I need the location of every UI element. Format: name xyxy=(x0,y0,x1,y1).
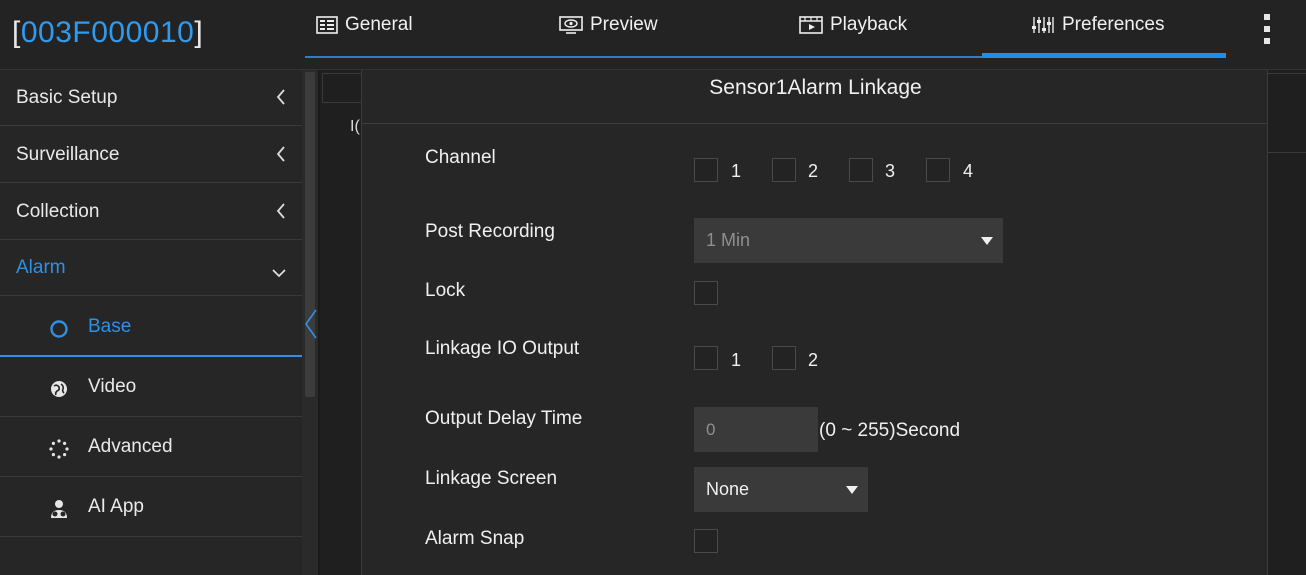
general-icon xyxy=(316,16,338,40)
tab-preview-label: Preview xyxy=(590,14,658,35)
post-recording-select[interactable]: 1 Min xyxy=(694,218,1003,263)
channel-option-label: 4 xyxy=(963,161,974,181)
chevron-left-icon xyxy=(276,203,286,225)
dialog-title-divider xyxy=(362,123,1267,124)
io-output-checkbox-1[interactable] xyxy=(694,346,718,370)
sidebar-item-label: Alarm xyxy=(16,256,66,278)
post-recording-label: Post Recording xyxy=(425,221,555,242)
device-id-title: [003F000010] xyxy=(12,16,203,50)
sidebar-subitem-label: Advanced xyxy=(88,436,173,457)
playback-icon xyxy=(799,16,823,40)
sidebar-scroll-thumb[interactable] xyxy=(305,72,315,397)
sidebar-item-label: Basic Setup xyxy=(16,86,118,108)
people-icon xyxy=(48,498,70,520)
linkage-screen-label: Linkage Screen xyxy=(425,468,558,489)
channel-checkbox-3[interactable] xyxy=(849,158,873,182)
io-output-option-label: 1 xyxy=(731,350,742,370)
channel-checkbox-4[interactable] xyxy=(926,158,950,182)
bracket-open: [ xyxy=(12,16,21,49)
sidebar-item-label: Collection xyxy=(16,200,100,222)
sidebar-subitem-video[interactable]: Video xyxy=(0,358,302,417)
tab-general-label: General xyxy=(345,14,413,35)
globe-icon xyxy=(48,378,70,400)
io-output-option-label: 2 xyxy=(808,350,819,370)
alarm-snap-label: Alarm Snap xyxy=(425,528,525,549)
linkage-screen-value: None xyxy=(706,479,750,499)
channel-checkbox-1[interactable] xyxy=(694,158,718,182)
circle-icon xyxy=(48,318,70,340)
channel-checkbox-2[interactable] xyxy=(772,158,796,182)
sidebar-subitem-base[interactable]: Base xyxy=(0,298,302,357)
sidebar-subitem-advanced[interactable]: Advanced xyxy=(0,418,302,477)
tab-preferences-label: Preferences xyxy=(1062,14,1165,35)
top-bar: [003F000010] General Preview Playback Pr… xyxy=(0,0,1306,70)
output-delay-time-input[interactable]: 0 xyxy=(694,407,818,452)
chevron-left-icon xyxy=(276,89,286,111)
sidebar-item-basic-setup[interactable]: Basic Setup xyxy=(0,70,302,126)
collapse-sidebar-icon[interactable] xyxy=(302,306,320,342)
linkage-io-output-label: Linkage IO Output xyxy=(425,338,580,359)
chevron-left-icon xyxy=(276,146,286,168)
tab-playback-label: Playback xyxy=(830,14,908,35)
tab-preview[interactable]: Preview xyxy=(559,0,658,60)
dots-circle-icon xyxy=(48,438,70,460)
channel-option-label: 3 xyxy=(885,161,896,181)
preview-icon xyxy=(559,16,583,40)
sidebar-subitem-label: AI App xyxy=(88,496,144,517)
alarm-snap-checkbox[interactable] xyxy=(694,529,718,553)
tab-active-indicator xyxy=(982,53,1226,58)
sidebar-subitem-label: Base xyxy=(88,315,132,337)
tab-preferences[interactable]: Preferences xyxy=(1031,0,1164,60)
lock-checkbox[interactable] xyxy=(694,281,718,305)
alarm-linkage-dialog: Sensor1Alarm Linkage Channel 1 2 3 4 Pos… xyxy=(361,70,1268,575)
channel-label: Channel xyxy=(425,147,496,168)
preferences-icon xyxy=(1031,16,1055,40)
output-delay-time-label: Output Delay Time xyxy=(425,408,583,429)
sidebar-subitem-ai-app[interactable]: AI App xyxy=(0,478,302,537)
output-delay-time-range: (0 ~ 255)Second xyxy=(819,420,961,441)
background-io-label: I( xyxy=(350,118,360,135)
linkage-screen-select[interactable]: None xyxy=(694,467,868,512)
dropdown-caret-icon xyxy=(846,485,858,494)
io-output-checkbox-2[interactable] xyxy=(772,346,796,370)
device-id: 003F000010 xyxy=(20,16,195,49)
chevron-down-icon xyxy=(272,262,286,284)
sidebar-item-alarm[interactable]: Alarm xyxy=(0,240,302,296)
sidebar-item-label: Surveillance xyxy=(16,143,120,165)
background-tab-edge xyxy=(322,73,366,103)
channel-option-label: 2 xyxy=(808,161,819,181)
bracket-close: ] xyxy=(194,16,204,49)
dialog-title: Sensor1Alarm Linkage xyxy=(709,76,922,99)
background-panel-edge xyxy=(1266,73,1306,153)
tab-playback[interactable]: Playback xyxy=(799,0,907,60)
tab-general[interactable]: General xyxy=(316,0,413,60)
lock-label: Lock xyxy=(425,280,466,301)
sidebar-item-surveillance[interactable]: Surveillance xyxy=(0,127,302,183)
post-recording-value: 1 Min xyxy=(706,230,751,250)
sidebar: Basic Setup Surveillance Collection Alar… xyxy=(0,70,302,575)
kebab-menu-icon[interactable] xyxy=(1260,14,1274,48)
channel-option-label: 1 xyxy=(731,161,742,181)
dropdown-caret-icon xyxy=(981,236,993,245)
sidebar-item-collection[interactable]: Collection xyxy=(0,184,302,240)
sidebar-subitem-label: Video xyxy=(88,376,137,397)
